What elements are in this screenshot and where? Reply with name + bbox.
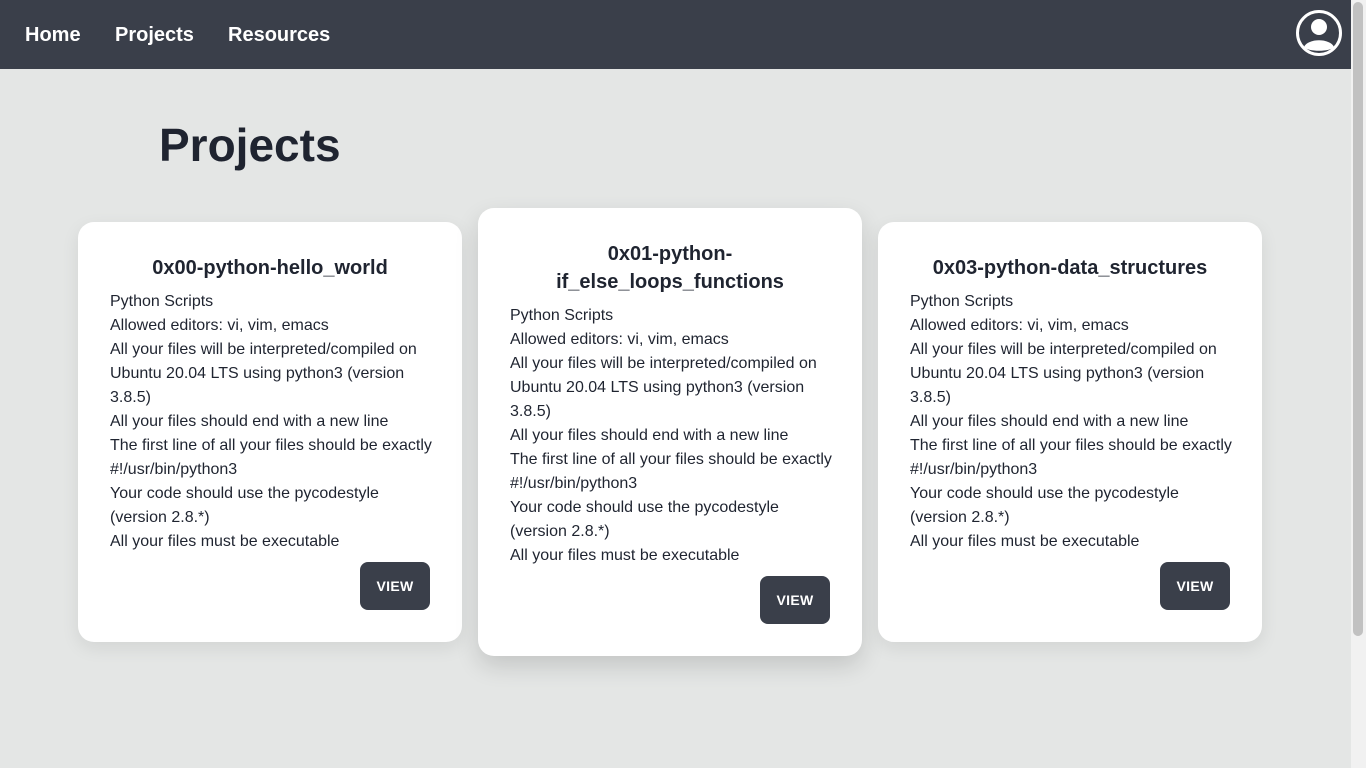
card-requirements-list: Python Scripts Allowed editors: vi, vim,… (910, 290, 1232, 554)
card-title-line: if_else_loops_functions (556, 271, 784, 293)
card-requirements-list: Python Scripts Allowed editors: vi, vim,… (110, 290, 432, 554)
nav-resources-link[interactable]: Resources (228, 22, 330, 48)
view-button[interactable]: VIEW (760, 576, 830, 624)
list-item: The first line of all your files should … (910, 437, 1232, 478)
project-card: 0x00-python-hello_world Python Scripts A… (78, 222, 462, 642)
list-item: The first line of all your files should … (510, 451, 832, 492)
project-card: 0x01-python- if_else_loops_functions Pyt… (478, 208, 862, 656)
list-item: Allowed editors: vi, vim, emacs (910, 317, 1129, 334)
view-button[interactable]: VIEW (1160, 562, 1230, 610)
list-item: All your files must be executable (510, 547, 740, 564)
user-circle-icon (1296, 10, 1342, 56)
card-requirements-list: Python Scripts Allowed editors: vi, vim,… (510, 304, 832, 568)
list-item: All your files will be interpreted/compi… (510, 355, 817, 420)
list-item: Your code should use the pycodestyle (ve… (110, 485, 379, 526)
card-title-line: 0x01-python- (607, 243, 733, 265)
user-avatar-button[interactable] (1296, 10, 1342, 56)
list-item: Python Scripts (110, 293, 214, 310)
list-item: Python Scripts (910, 293, 1014, 310)
list-item: All your files should end with a new lin… (910, 413, 1189, 430)
list-item: All your files should end with a new lin… (110, 413, 389, 430)
list-item: All your files must be executable (910, 533, 1140, 550)
list-item: Allowed editors: vi, vim, emacs (110, 317, 329, 334)
card-title: 0x00-python-hello_world (152, 257, 388, 279)
list-item: All your files should end with a new lin… (510, 427, 789, 444)
nav-home-link[interactable]: Home (25, 22, 81, 48)
view-button[interactable]: VIEW (360, 562, 430, 610)
list-item: All your files must be executable (110, 533, 340, 550)
list-item: All your files will be interpreted/compi… (910, 341, 1217, 406)
list-item: Your code should use the pycodestyle (ve… (510, 499, 779, 540)
page-title: Projects (159, 119, 341, 171)
project-card: 0x03-python-data_structures Python Scrip… (878, 222, 1262, 642)
card-title: 0x01-python- if_else_loops_functions (510, 240, 830, 296)
card-title: 0x03-python-data_structures (932, 257, 1208, 279)
list-item: Python Scripts (510, 307, 614, 324)
list-item: Your code should use the pycodestyle (ve… (910, 485, 1179, 526)
list-item: All your files will be interpreted/compi… (110, 341, 417, 406)
list-item: The first line of all your files should … (110, 437, 432, 478)
nav-projects-link[interactable]: Projects (115, 22, 194, 48)
top-navbar: Home Projects Resources (0, 0, 1351, 69)
scrollbar-thumb[interactable] (1353, 2, 1363, 636)
list-item: Allowed editors: vi, vim, emacs (510, 331, 729, 348)
